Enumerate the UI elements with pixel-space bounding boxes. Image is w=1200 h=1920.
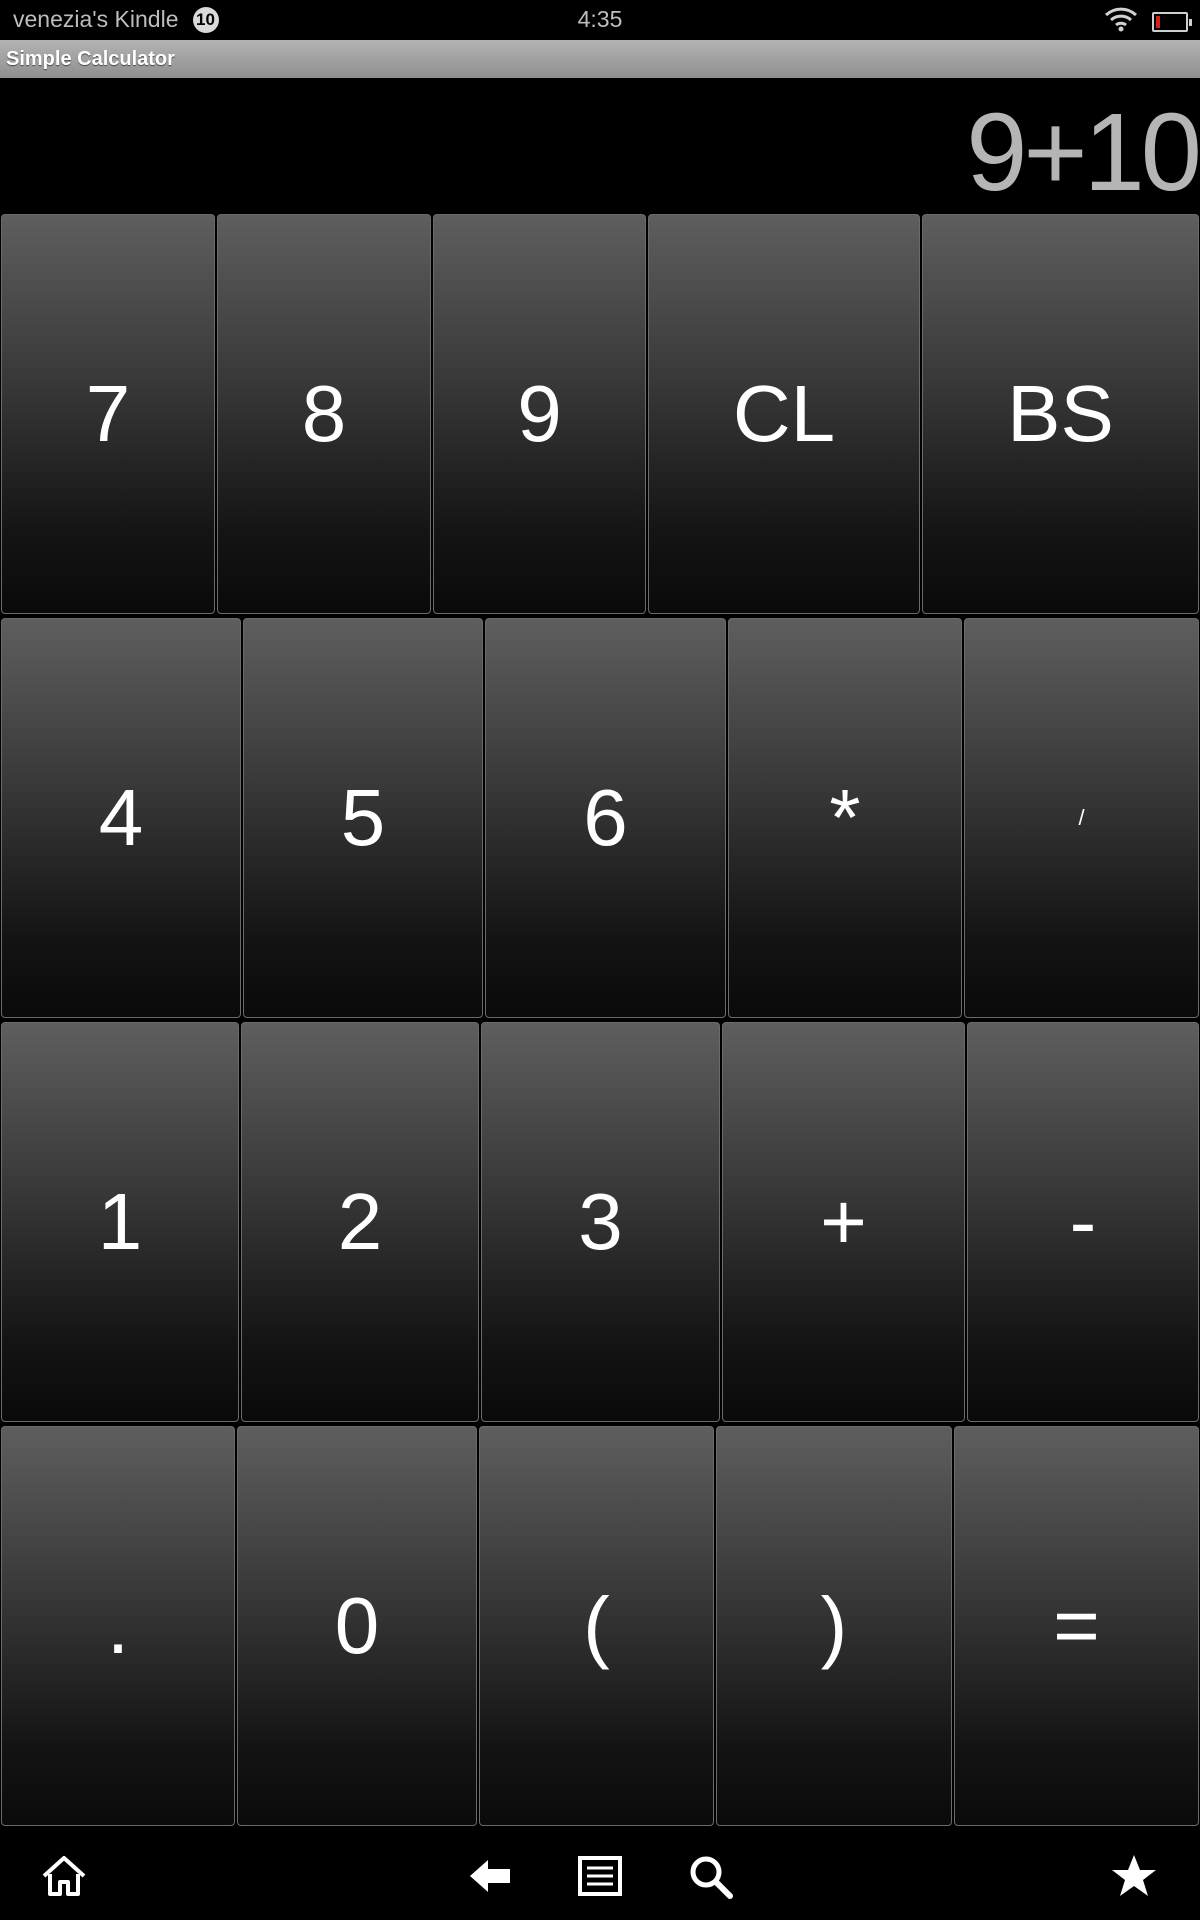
calculator-display: 9+10 bbox=[0, 78, 1200, 214]
open-paren-button[interactable]: ( bbox=[479, 1426, 714, 1826]
keypad: 7 8 9 CL BS 4 5 6 * / 1 2 3 + - . 0 ( ) … bbox=[0, 212, 1200, 1830]
key-5[interactable]: 5 bbox=[243, 618, 483, 1018]
keypad-row-3: 1 2 3 + - bbox=[0, 1020, 1200, 1424]
wifi-icon bbox=[1104, 6, 1138, 38]
equals-button[interactable]: = bbox=[954, 1426, 1199, 1826]
navigation-bar bbox=[0, 1830, 1200, 1920]
status-time: 4:35 bbox=[577, 6, 623, 32]
backspace-button[interactable]: BS bbox=[922, 214, 1199, 614]
search-icon[interactable] bbox=[686, 1852, 734, 1900]
key-3[interactable]: 3 bbox=[481, 1022, 720, 1422]
minus-button[interactable]: - bbox=[967, 1022, 1199, 1422]
key-1[interactable]: 1 bbox=[1, 1022, 239, 1422]
menu-icon[interactable] bbox=[576, 1852, 624, 1900]
key-4[interactable]: 4 bbox=[1, 618, 241, 1018]
star-icon[interactable] bbox=[1110, 1852, 1158, 1900]
key-0[interactable]: 0 bbox=[237, 1426, 477, 1826]
key-2[interactable]: 2 bbox=[241, 1022, 479, 1422]
back-arrow-icon[interactable] bbox=[466, 1852, 514, 1900]
close-paren-button[interactable]: ) bbox=[716, 1426, 952, 1826]
key-9[interactable]: 9 bbox=[433, 214, 646, 614]
keypad-row-4: . 0 ( ) = bbox=[0, 1424, 1200, 1828]
keypad-row-1: 7 8 9 CL BS bbox=[0, 212, 1200, 616]
home-icon[interactable] bbox=[40, 1852, 88, 1900]
keypad-row-2: 4 5 6 * / bbox=[0, 616, 1200, 1020]
key-6[interactable]: 6 bbox=[485, 618, 726, 1018]
clear-button[interactable]: CL bbox=[648, 214, 920, 614]
app-title: Simple Calculator bbox=[0, 40, 1200, 78]
divide-button[interactable]: / bbox=[964, 618, 1199, 1018]
key-8[interactable]: 8 bbox=[217, 214, 431, 614]
decimal-point-button[interactable]: . bbox=[1, 1426, 235, 1826]
plus-button[interactable]: + bbox=[722, 1022, 965, 1422]
key-7[interactable]: 7 bbox=[1, 214, 215, 614]
status-bar: venezia's Kindle 10 4:35 bbox=[0, 0, 1200, 40]
battery-low-icon bbox=[1152, 12, 1192, 32]
status-right bbox=[1104, 6, 1192, 38]
multiply-button[interactable]: * bbox=[728, 618, 962, 1018]
